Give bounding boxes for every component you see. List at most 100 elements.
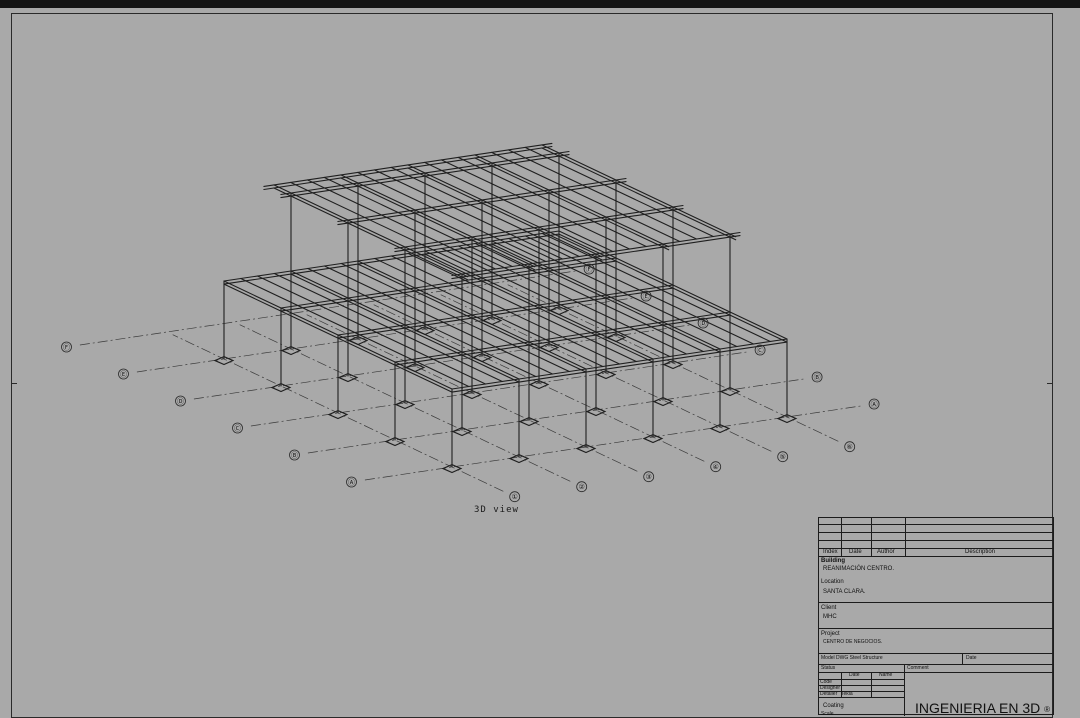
grid-bubble-letter: Ⓐ bbox=[346, 476, 357, 488]
revision-author-header: Author bbox=[877, 549, 895, 555]
grid-bubble-label: ③ bbox=[646, 473, 652, 481]
beam bbox=[340, 174, 536, 268]
beam bbox=[474, 154, 670, 248]
beam bbox=[407, 167, 603, 261]
beam bbox=[414, 290, 473, 319]
joist bbox=[374, 257, 604, 368]
beam bbox=[605, 297, 664, 326]
grid-line bbox=[364, 405, 861, 481]
grid-bubble-label: Ⓕ bbox=[586, 266, 593, 274]
beam bbox=[595, 331, 654, 360]
beam bbox=[404, 327, 463, 356]
grid-bubble-number: ③ bbox=[643, 471, 655, 483]
grid-bubble-letter: Ⓔ bbox=[640, 290, 652, 302]
brand-name: INGENIERIA EN 3D bbox=[915, 700, 1041, 716]
beam bbox=[548, 270, 607, 299]
grid-bubble-label: Ⓔ bbox=[120, 371, 127, 379]
project-label: Project bbox=[821, 631, 840, 637]
grid-bubble-letter: Ⓑ bbox=[289, 449, 300, 461]
grid-bubble-letter: Ⓒ bbox=[232, 422, 243, 434]
beam bbox=[461, 354, 520, 383]
grid-line bbox=[307, 378, 804, 454]
beam bbox=[729, 311, 788, 340]
grid-bubble-label: ⑤ bbox=[780, 453, 786, 461]
status-label: Status bbox=[821, 665, 836, 671]
project-value: CENTRO DE NEGOCIOS. bbox=[823, 639, 883, 645]
beam bbox=[407, 164, 603, 258]
grid-bubble-label: ⑥ bbox=[847, 443, 853, 451]
building-value: REANIMACIÓN CENTRO. bbox=[823, 566, 895, 572]
company-brand: INGENIERIA EN 3D ® bbox=[915, 700, 1050, 716]
joist bbox=[508, 237, 738, 348]
joist bbox=[256, 275, 487, 385]
grid-bubble-letter: Ⓓ bbox=[175, 395, 186, 407]
beam bbox=[290, 273, 349, 302]
location-label: Location bbox=[821, 579, 844, 585]
beam bbox=[223, 283, 282, 312]
title-block: Index Date Author Description Building R… bbox=[818, 517, 1054, 717]
beam bbox=[280, 307, 339, 336]
grid-bubble-letter: Ⓓ bbox=[697, 317, 709, 329]
beam bbox=[662, 321, 721, 350]
beam bbox=[662, 324, 721, 353]
beam bbox=[357, 263, 416, 292]
revision-description-header: Description bbox=[965, 549, 996, 555]
grid-bubble-letter: Ⓒ bbox=[754, 344, 766, 356]
grid-bubble-label: Ⓔ bbox=[643, 293, 650, 301]
comment-label: Comment bbox=[907, 665, 929, 671]
joist bbox=[307, 267, 537, 378]
beam bbox=[280, 310, 339, 339]
grid-bubble-label: ① bbox=[512, 493, 518, 501]
model-date-label: Date bbox=[966, 655, 977, 661]
beam bbox=[223, 280, 282, 309]
detailer-label: Detailer bbox=[820, 691, 838, 697]
grid-bubble-label: Ⓐ bbox=[871, 401, 878, 409]
beam bbox=[273, 187, 469, 281]
joist bbox=[441, 247, 671, 358]
grid-bubbles: ① ② ③ ④ ⑤ ⑥ Ⓐ Ⓐ Ⓑ Ⓑ Ⓒ Ⓒ Ⓓ Ⓓ Ⓔ Ⓔ Ⓕ Ⓕ bbox=[61, 263, 880, 503]
grid-bubble-label: Ⓒ bbox=[234, 425, 241, 433]
grid-bubble-letter: Ⓕ bbox=[583, 263, 595, 275]
beam bbox=[541, 144, 737, 238]
grid-bubble-letter: Ⓕ bbox=[61, 341, 72, 353]
grid-bubble-letter: Ⓔ bbox=[118, 368, 129, 380]
signoff-date-header: Date bbox=[849, 672, 860, 678]
beam bbox=[528, 344, 587, 373]
signoff-name-header: Name bbox=[879, 672, 893, 678]
beam bbox=[491, 240, 550, 269]
beam bbox=[461, 351, 520, 380]
beam bbox=[357, 260, 416, 289]
revision-date-header: Date bbox=[849, 549, 862, 555]
view-label: 3D view bbox=[474, 505, 519, 515]
registered-mark: ® bbox=[1044, 704, 1051, 714]
beam bbox=[471, 317, 530, 346]
beam bbox=[471, 314, 530, 343]
grid-bubble-number: ⑤ bbox=[777, 451, 789, 463]
beam bbox=[605, 294, 664, 323]
grid-bubble-label: Ⓑ bbox=[291, 452, 298, 460]
detailer-value: Tekla bbox=[841, 691, 853, 697]
grid-bubble-label: Ⓓ bbox=[177, 398, 184, 406]
grid-bubble-label: ② bbox=[579, 483, 585, 491]
grid-bubble-label: Ⓕ bbox=[63, 344, 70, 352]
grid-bubble-label: Ⓐ bbox=[348, 479, 355, 487]
grid-bubble-label: Ⓓ bbox=[700, 320, 707, 328]
beam bbox=[424, 250, 483, 279]
grid-bubble-number: ① bbox=[509, 491, 521, 503]
beam bbox=[340, 177, 536, 271]
grid-bubble-label: Ⓑ bbox=[814, 374, 821, 382]
beam bbox=[595, 334, 654, 363]
beam bbox=[558, 230, 617, 259]
beam bbox=[538, 304, 597, 333]
beam bbox=[394, 361, 453, 390]
beam bbox=[672, 284, 731, 313]
beam bbox=[290, 270, 349, 299]
grid-bubble-label: Ⓒ bbox=[757, 347, 764, 355]
beam bbox=[337, 334, 396, 363]
joist bbox=[457, 245, 688, 355]
grid-bubble-number: ④ bbox=[710, 461, 722, 473]
beam bbox=[672, 287, 731, 316]
beam bbox=[615, 260, 674, 289]
grid-bubble-number: ② bbox=[576, 481, 588, 493]
beam bbox=[347, 297, 406, 326]
